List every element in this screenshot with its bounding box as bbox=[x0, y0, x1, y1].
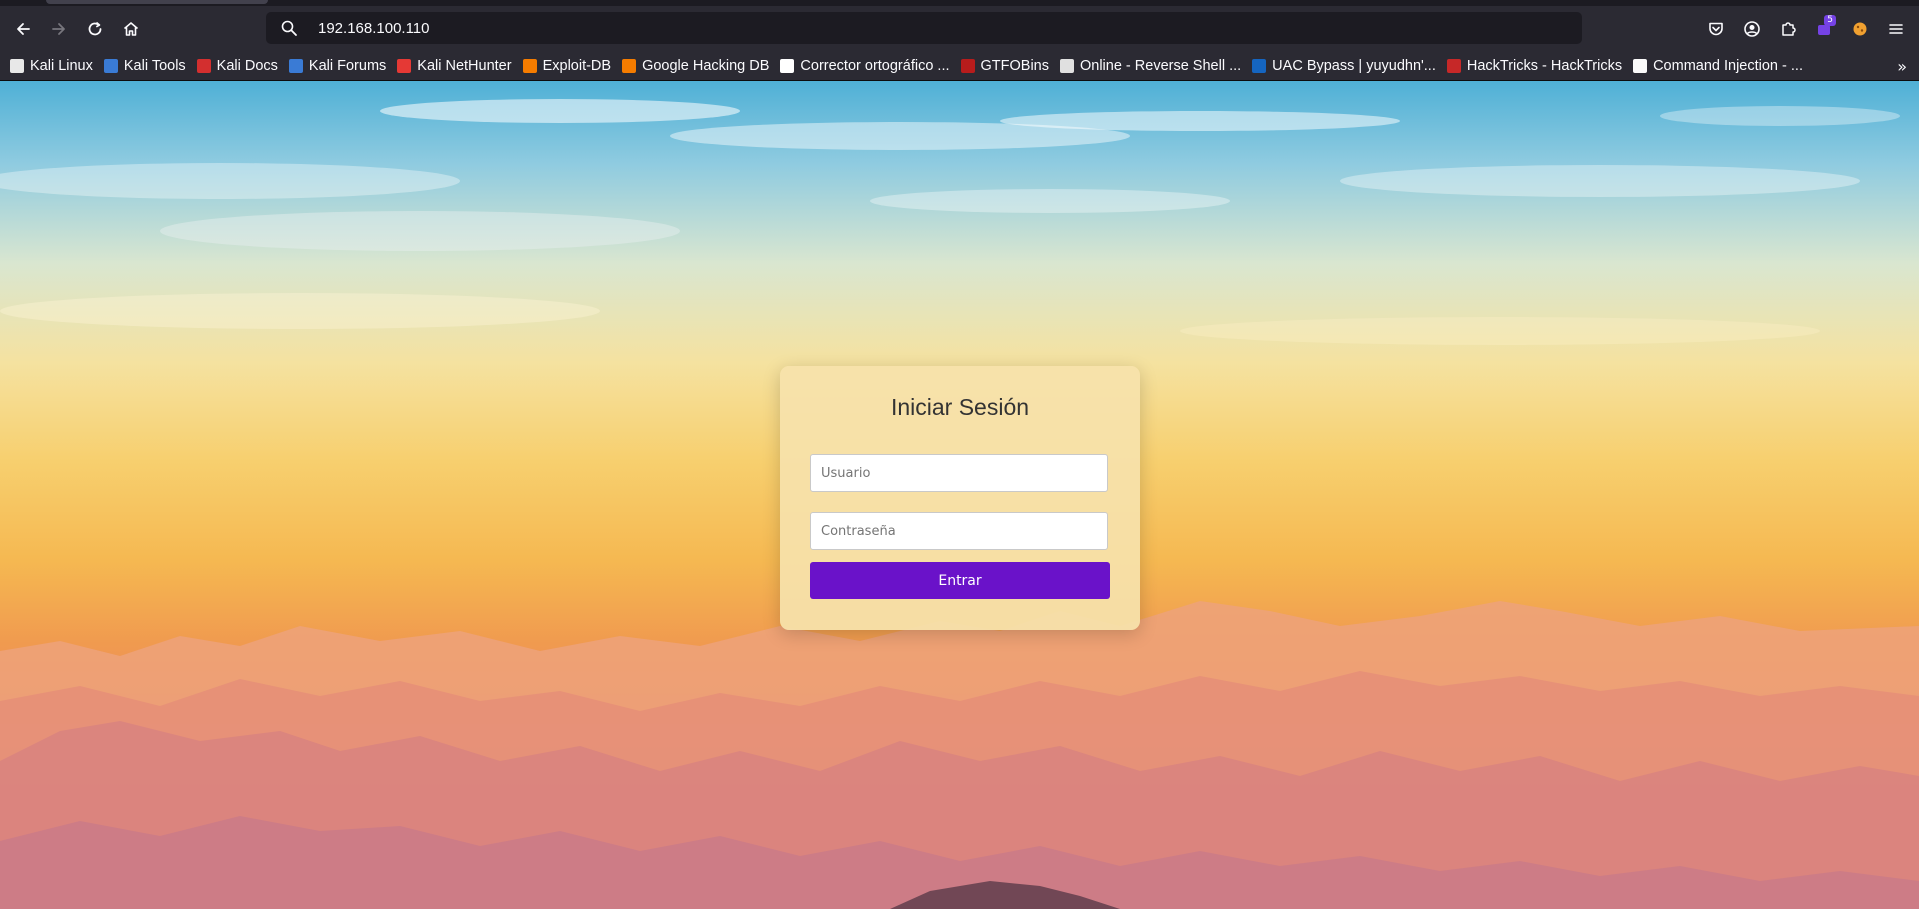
account-icon bbox=[1744, 21, 1760, 37]
kali-dragon-icon bbox=[10, 59, 24, 73]
bookmark-item[interactable]: Kali Forums bbox=[288, 58, 387, 74]
bookmarks-toolbar: Kali Linux Kali Tools Kali Docs Kali Forums… bbox=[0, 52, 1919, 81]
kali-docs-icon bbox=[196, 59, 211, 73]
password-input[interactable] bbox=[810, 512, 1108, 550]
command-injection-icon bbox=[1633, 59, 1648, 73]
kali-forums-icon bbox=[288, 59, 303, 73]
reload-icon bbox=[88, 21, 102, 36]
bookmark-label: Kali Forums bbox=[308, 58, 387, 74]
home-button[interactable] bbox=[116, 14, 146, 44]
bookmark-item[interactable]: UAC Bypass | yuyudhn'... bbox=[1252, 58, 1436, 74]
username-input[interactable] bbox=[810, 454, 1108, 492]
back-button[interactable] bbox=[8, 14, 38, 44]
login-title: Iniciar Sesión bbox=[890, 394, 1030, 420]
navigation-toolbar: 192.168.100.110 5 bbox=[0, 6, 1919, 52]
cookie-icon bbox=[1853, 22, 1867, 36]
exploit-db-icon bbox=[522, 59, 537, 73]
login-submit-button[interactable]: Entrar bbox=[810, 562, 1110, 599]
bookmark-item[interactable]: Kali Docs bbox=[196, 58, 278, 74]
bookmark-label: UAC Bypass | yuyudhn'... bbox=[1272, 58, 1436, 74]
bookmark-item[interactable]: Corrector ortográfico ... bbox=[780, 58, 950, 74]
bookmarks-overflow-chevron-icon[interactable]: » bbox=[1897, 57, 1907, 76]
bookmark-item[interactable]: HackTricks - HackTricks bbox=[1446, 58, 1623, 74]
bookmark-item[interactable]: Google Hacking DB bbox=[622, 58, 769, 74]
skull-icon bbox=[1059, 59, 1074, 73]
corrector-icon bbox=[780, 59, 795, 73]
toolbar-right: 5 bbox=[1701, 14, 1911, 44]
bookmark-label: Corrector ortográfico ... bbox=[800, 58, 950, 74]
active-tab[interactable] bbox=[46, 0, 268, 4]
bookmark-item[interactable]: Exploit-DB bbox=[522, 58, 612, 74]
search-icon bbox=[281, 20, 297, 36]
extensions-button[interactable] bbox=[1773, 14, 1803, 44]
pocket-button[interactable] bbox=[1701, 14, 1731, 44]
bookmark-item[interactable]: Online - Reverse Shell ... bbox=[1059, 58, 1242, 74]
bookmark-item[interactable]: Kali Linux bbox=[10, 58, 93, 74]
forward-arrow-icon bbox=[52, 23, 65, 35]
bookmark-label: Kali NetHunter bbox=[417, 58, 512, 74]
bookmark-label: Kali Tools bbox=[123, 58, 186, 74]
bookmark-label: Exploit-DB bbox=[542, 58, 612, 74]
url-text[interactable]: 192.168.100.110 bbox=[318, 20, 430, 37]
account-button[interactable] bbox=[1737, 14, 1767, 44]
puzzle-icon bbox=[1782, 22, 1796, 36]
hacktricks-icon bbox=[1446, 59, 1461, 73]
extension-purple-button[interactable]: 5 bbox=[1809, 14, 1839, 44]
bookmark-item[interactable]: Kali Tools bbox=[103, 58, 186, 74]
gtfobins-icon bbox=[960, 59, 975, 73]
reload-button[interactable] bbox=[80, 14, 110, 44]
extension-cookie-button[interactable] bbox=[1845, 14, 1875, 44]
page-background: Iniciar Sesión Entrar bbox=[0, 81, 1919, 909]
bookmark-label: GTFOBins bbox=[980, 58, 1049, 74]
uac-bypass-icon bbox=[1252, 59, 1267, 73]
back-arrow-icon bbox=[17, 23, 30, 35]
home-icon bbox=[123, 22, 139, 36]
kali-tools-icon bbox=[103, 59, 118, 73]
address-bar[interactable]: 192.168.100.110 bbox=[266, 12, 1582, 44]
hamburger-menu-icon bbox=[1889, 24, 1903, 34]
nethunter-icon bbox=[397, 59, 412, 73]
extension-badge: 5 bbox=[1824, 15, 1836, 26]
ghdb-icon bbox=[622, 59, 637, 73]
bookmark-item[interactable]: Kali NetHunter bbox=[397, 58, 512, 74]
bookmark-label: Google Hacking DB bbox=[642, 58, 770, 74]
bookmark-item[interactable]: Command Injection - ... bbox=[1633, 58, 1803, 74]
bookmark-label: Command Injection - ... bbox=[1653, 58, 1803, 74]
pocket-icon bbox=[1709, 22, 1723, 36]
forward-button[interactable] bbox=[44, 14, 74, 44]
login-card: Iniciar Sesión Entrar bbox=[780, 366, 1140, 630]
bookmark-label: HackTricks - HackTricks bbox=[1466, 58, 1623, 74]
bookmark-label: Online - Reverse Shell ... bbox=[1079, 58, 1242, 74]
bookmark-label: Kali Docs bbox=[216, 58, 278, 74]
bookmark-item[interactable]: GTFOBins bbox=[960, 58, 1049, 74]
bookmark-label: Kali Linux bbox=[30, 58, 93, 74]
menu-button[interactable] bbox=[1881, 14, 1911, 44]
